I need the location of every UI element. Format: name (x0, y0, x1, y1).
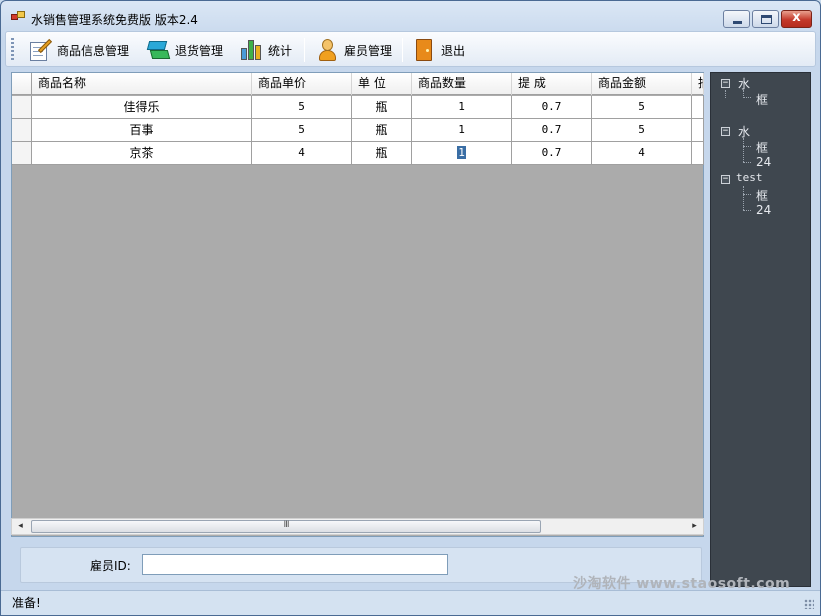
product-info-label: 商品信息管理 (57, 43, 130, 58)
employee-id-label: 雇员ID: (90, 559, 131, 573)
scroll-thumb[interactable]: III (31, 520, 541, 533)
window-title: 水销售管理系统免费版 版本2.4 (31, 13, 198, 27)
column-header-price[interactable]: 商品单价 (252, 73, 352, 95)
column-header-quantity[interactable]: 商品数量 (412, 73, 512, 95)
row-header[interactable] (12, 142, 32, 164)
toolbar: 商品信息管理 退货管理 统计 雇员管理 退出 (5, 31, 816, 67)
cell-amount[interactable]: 5 (592, 119, 692, 141)
column-header-amount[interactable]: 商品金额 (592, 73, 692, 95)
scroll-right-icon[interactable]: ▸ (686, 519, 703, 534)
cell-quantity[interactable]: 1 (412, 96, 512, 118)
window-controls: x (721, 10, 812, 28)
scroll-left-icon[interactable]: ◂ (12, 519, 29, 534)
app-icon (11, 11, 25, 23)
minimize-icon (733, 21, 742, 24)
table-row[interactable]: 佳得乐 5 瓶 1 0.7 5 (12, 96, 704, 119)
statistics-label: 统计 (268, 43, 293, 58)
statistics-button[interactable]: 统计 (239, 36, 292, 64)
edit-notepad-icon (28, 38, 53, 62)
toolbar-separator (304, 38, 305, 62)
main-window: 水销售管理系统免费版 版本2.4 x 商品信息管理 退货管理 统计 雇员管理 退… (0, 0, 821, 616)
tree-leaf[interactable]: 24 (756, 203, 771, 217)
cell-commission[interactable]: 0.7 (512, 96, 592, 118)
status-bar: 准备! (1, 590, 820, 615)
cell-unit[interactable]: 瓶 (352, 119, 412, 141)
cell-extra[interactable] (692, 96, 704, 118)
cell-quantity[interactable]: 1 (412, 119, 512, 141)
cell-amount[interactable]: 5 (592, 96, 692, 118)
column-header-name[interactable]: 商品名称 (32, 73, 252, 95)
scroll-grip-icon: III (283, 520, 290, 530)
employee-user-icon (315, 38, 339, 62)
grid-corner[interactable] (12, 73, 32, 94)
cell-name[interactable]: 京茶 (32, 142, 252, 164)
tree-leaf[interactable]: 框 (756, 91, 768, 108)
tree-leaf[interactable]: 框 (756, 139, 768, 156)
employee-management-button[interactable]: 雇员管理 (315, 36, 392, 64)
close-icon: x (792, 10, 801, 25)
column-header-commission[interactable]: 提 成 (512, 73, 592, 95)
toolbar-separator (402, 38, 403, 62)
cell-amount[interactable]: 4 (592, 142, 692, 164)
exit-door-icon (412, 38, 436, 62)
cell-unit[interactable]: 瓶 (352, 96, 412, 118)
expand-collapse-icon[interactable]: − (721, 175, 730, 184)
horizontal-scrollbar[interactable]: ◂ III ▸ (11, 518, 704, 535)
expand-collapse-icon[interactable]: − (721, 79, 730, 88)
cell-commission[interactable]: 0.7 (512, 119, 592, 141)
cell-price[interactable]: 4 (252, 142, 352, 164)
tree-leaf[interactable]: 24 (756, 155, 771, 169)
resize-grip-icon[interactable] (804, 599, 814, 609)
return-goods-button[interactable]: 退货管理 (146, 36, 223, 64)
minimize-button[interactable] (723, 10, 750, 28)
tree-node[interactable]: test (736, 171, 763, 184)
cell-extra[interactable] (692, 119, 704, 141)
cell-unit[interactable]: 瓶 (352, 142, 412, 164)
return-goods-icon (146, 38, 171, 62)
column-header-extra[interactable]: 抽 (692, 73, 704, 95)
cell-name[interactable]: 佳得乐 (32, 96, 252, 118)
employee-management-label: 雇员管理 (344, 43, 393, 58)
cell-name[interactable]: 百事 (32, 119, 252, 141)
row-header[interactable] (12, 96, 32, 118)
return-goods-label: 退货管理 (175, 43, 224, 58)
cell-price[interactable]: 5 (252, 96, 352, 118)
table-row[interactable]: 百事 5 瓶 1 0.7 5 (12, 119, 704, 142)
product-info-button[interactable]: 商品信息管理 (28, 36, 129, 64)
category-tree[interactable]: − 水 框 − 水 框 24 − test 框 24 (710, 72, 811, 587)
grid-header: 商品名称 商品单价 单 位 商品数量 提 成 商品金额 抽 (12, 73, 704, 95)
tree-node[interactable]: 水 (738, 123, 750, 140)
exit-label: 退出 (441, 43, 466, 58)
maximize-icon (761, 15, 772, 24)
tree-leaf[interactable]: 框 (756, 187, 768, 204)
sales-grid[interactable]: 商品名称 商品单价 单 位 商品数量 提 成 商品金额 抽 佳得乐 5 瓶 1 … (11, 72, 704, 537)
toolbar-grip[interactable] (11, 38, 14, 62)
selected-text[interactable]: 1 (457, 146, 466, 159)
employee-id-input[interactable] (142, 554, 448, 575)
table-row[interactable]: 京茶 4 瓶 1 0.7 4 (12, 142, 704, 165)
row-header[interactable] (12, 119, 32, 141)
column-header-unit[interactable]: 单 位 (352, 73, 412, 95)
exit-button[interactable]: 退出 (412, 36, 465, 64)
tree-node[interactable]: 水 (738, 75, 750, 92)
cell-extra[interactable] (692, 142, 704, 164)
maximize-button[interactable] (752, 10, 779, 28)
cell-quantity-editing[interactable]: 1 (412, 142, 512, 164)
cell-commission[interactable]: 0.7 (512, 142, 592, 164)
cell-price[interactable]: 5 (252, 119, 352, 141)
statistics-chart-icon (239, 38, 263, 62)
title-bar[interactable]: 水销售管理系统免费版 版本2.4 x (1, 1, 820, 31)
expand-collapse-icon[interactable]: − (721, 127, 730, 136)
close-button[interactable]: x (781, 10, 812, 28)
status-text: 准备! (12, 596, 41, 610)
